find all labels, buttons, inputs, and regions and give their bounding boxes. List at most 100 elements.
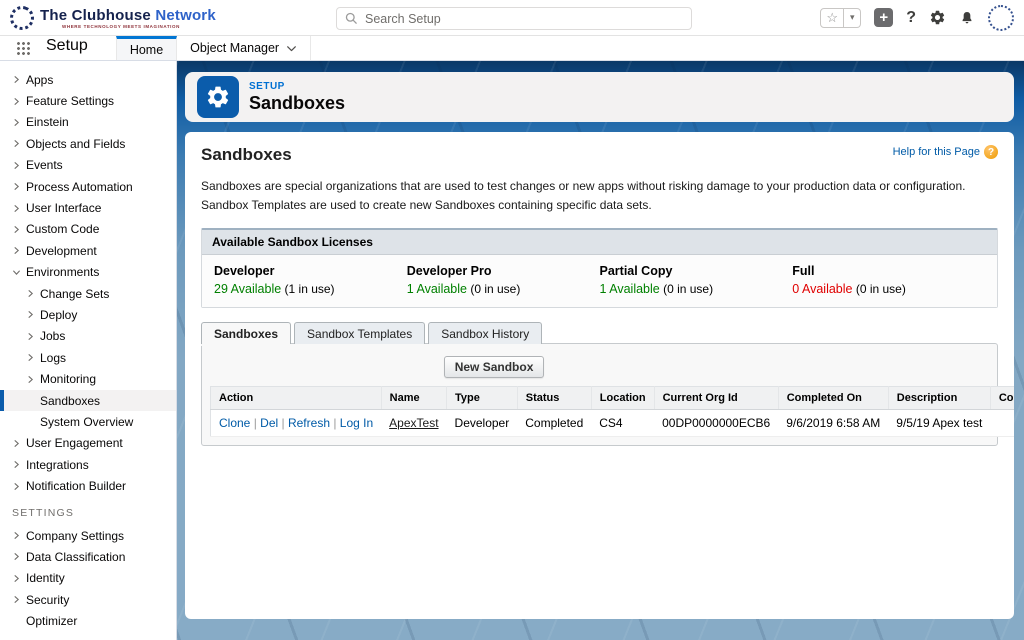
button-row: New Sandbox (210, 352, 989, 386)
sidebar-item-label: Custom Code (26, 222, 99, 236)
sidebar-item-company-settings[interactable]: Company Settings (0, 525, 176, 546)
sidebar-item-feature-settings[interactable]: Feature Settings (0, 90, 176, 111)
license-counts: 0 Available (0 in use) (792, 282, 985, 296)
sidebar-item-deploy[interactable]: Deploy (0, 304, 176, 325)
sidebar-item-development[interactable]: Development (0, 240, 176, 261)
sidebar-item-label: Apps (26, 73, 53, 87)
help-icon[interactable]: ? (906, 9, 916, 27)
chevron-right-icon (12, 574, 26, 583)
sidebar-item-system-overview[interactable]: System Overview (0, 411, 176, 432)
sidebar-item-label: Deploy (40, 308, 77, 322)
sidebar-item-events[interactable]: Events (0, 155, 176, 176)
chevron-right-icon (12, 97, 26, 106)
org-logo: The Clubhouse Network WHERE TECHNOLOGY M… (10, 6, 216, 30)
favorites-dropdown-icon[interactable]: ▾ (844, 8, 861, 28)
search-input[interactable] (365, 12, 683, 26)
license-in-use: (0 in use) (467, 282, 520, 296)
license-full: Full0 Available (0 in use) (792, 264, 985, 296)
sidebar-item-label: Integrations (26, 458, 89, 472)
sidebar-item-label: Security (26, 593, 69, 607)
chevron-right-icon (12, 118, 26, 127)
chevron-right-icon (12, 204, 26, 213)
sidebar-item-monitoring[interactable]: Monitoring (0, 368, 176, 389)
license-counts: 1 Available (0 in use) (407, 282, 600, 296)
chevron-right-icon (12, 482, 26, 491)
new-sandbox-button[interactable]: New Sandbox (444, 356, 545, 378)
sidebar-item-custom-code[interactable]: Custom Code (0, 219, 176, 240)
sidebar-item-label: Einstein (26, 115, 69, 129)
logo-tagline: WHERE TECHNOLOGY MEETS IMAGINATION (62, 24, 216, 29)
global-header: The Clubhouse Network WHERE TECHNOLOGY M… (0, 0, 1024, 36)
sidebar-item-optimizer[interactable]: Optimizer (0, 610, 176, 631)
sidebar-item-logs[interactable]: Logs (0, 347, 176, 368)
sidebar-item-einstein[interactable]: Einstein (0, 112, 176, 133)
sidebar-item-change-sets[interactable]: Change Sets (0, 283, 176, 304)
app-launcher-waffle-icon[interactable] (16, 41, 30, 55)
sidebar-item-jobs[interactable]: Jobs (0, 326, 176, 347)
tab-sandbox-history[interactable]: Sandbox History (428, 322, 542, 344)
sidebar-item-user-interface[interactable]: User Interface (0, 197, 176, 218)
chevron-right-icon (12, 439, 26, 448)
license-counts: 29 Available (1 in use) (214, 282, 407, 296)
help-for-this-page-link[interactable]: Help for this Page (893, 146, 980, 158)
help-for-this-page-icon[interactable]: ? (984, 145, 998, 159)
action-log-in[interactable]: Log In (340, 416, 373, 430)
sidebar-item-objects-and-fields[interactable]: Objects and Fields (0, 133, 176, 154)
available-sandbox-licenses-panel: Available Sandbox Licenses Developer29 A… (201, 228, 998, 308)
tab-object-manager-label: Object Manager (190, 41, 279, 55)
notifications-bell-icon[interactable] (959, 10, 975, 26)
action-del[interactable]: Del (260, 416, 278, 430)
sidebar-item-label: Notification Builder (26, 479, 126, 493)
column-header-current-org-id: Current Org Id (654, 387, 778, 410)
column-header-completed-on: Completed On (778, 387, 888, 410)
description-cell: 9/5/19 Apex test (888, 410, 990, 437)
title-row: Sandboxes Help for this Page ? (201, 145, 998, 165)
action-separator: | (250, 416, 260, 430)
page-header-title: Sandboxes (249, 93, 345, 114)
sidebar-item-identity[interactable]: Identity (0, 568, 176, 589)
global-search[interactable] (336, 7, 692, 30)
setup-gear-icon[interactable] (929, 9, 946, 26)
action-refresh[interactable]: Refresh (288, 416, 330, 430)
sidebar-item-label: System Overview (40, 415, 133, 429)
action-cell: Clone | Del | Refresh | Log In (211, 410, 382, 437)
tab-sandboxes[interactable]: Sandboxes (201, 322, 291, 344)
sidebar-item-label: Development (26, 244, 97, 258)
licenses-panel-body: Developer29 Available (1 in use)Develope… (202, 255, 997, 307)
location-cell: CS4 (591, 410, 654, 437)
chevron-right-icon (12, 182, 26, 191)
sidebar-item-environments[interactable]: Environments (0, 262, 176, 283)
sidebar-item-security[interactable]: Security (0, 589, 176, 610)
license-name: Partial Copy (600, 264, 793, 278)
chevron-down-icon (12, 268, 26, 277)
sidebar-item-sandboxes[interactable]: Sandboxes (0, 390, 176, 411)
sidebar-item-label: Events (26, 158, 63, 172)
tab-object-manager[interactable]: Object Manager (177, 36, 311, 60)
user-avatar[interactable] (988, 5, 1014, 31)
add-icon[interactable]: + (874, 8, 893, 27)
tab-sandbox-templates[interactable]: Sandbox Templates (294, 322, 425, 344)
sidebar-item-apps[interactable]: Apps (0, 69, 176, 90)
column-header-status: Status (517, 387, 591, 410)
sidebar-item-label: Company Settings (26, 529, 124, 543)
sandbox-tabs: SandboxesSandbox TemplatesSandbox Histor… (201, 322, 998, 344)
favorites-star-icon[interactable]: ☆ (820, 8, 844, 28)
action-separator: | (330, 416, 340, 430)
action-separator: | (278, 416, 288, 430)
sidebar-item-data-classification[interactable]: Data Classification (0, 546, 176, 567)
sidebar-item-process-automation[interactable]: Process Automation (0, 176, 176, 197)
favorites-control: ☆ ▾ (820, 8, 861, 28)
sidebar-item-user-engagement[interactable]: User Engagement (0, 433, 176, 454)
sidebar-item-notification-builder[interactable]: Notification Builder (0, 475, 176, 496)
sidebar-item-integrations[interactable]: Integrations (0, 454, 176, 475)
column-header-action: Action (211, 387, 382, 410)
sandbox-name-link[interactable]: ApexTest (389, 416, 438, 430)
sidebar-item-label: Logs (40, 351, 66, 365)
license-in-use: (0 in use) (853, 282, 906, 296)
tab-home[interactable]: Home (116, 36, 177, 60)
setup-sidebar: Apps Feature Settings Einstein Objects and … (0, 61, 177, 640)
name-cell: ApexTest (381, 410, 446, 437)
license-in-use: (1 in use) (281, 282, 334, 296)
action-clone[interactable]: Clone (219, 416, 250, 430)
sidebar-item-label: User Engagement (26, 436, 123, 450)
